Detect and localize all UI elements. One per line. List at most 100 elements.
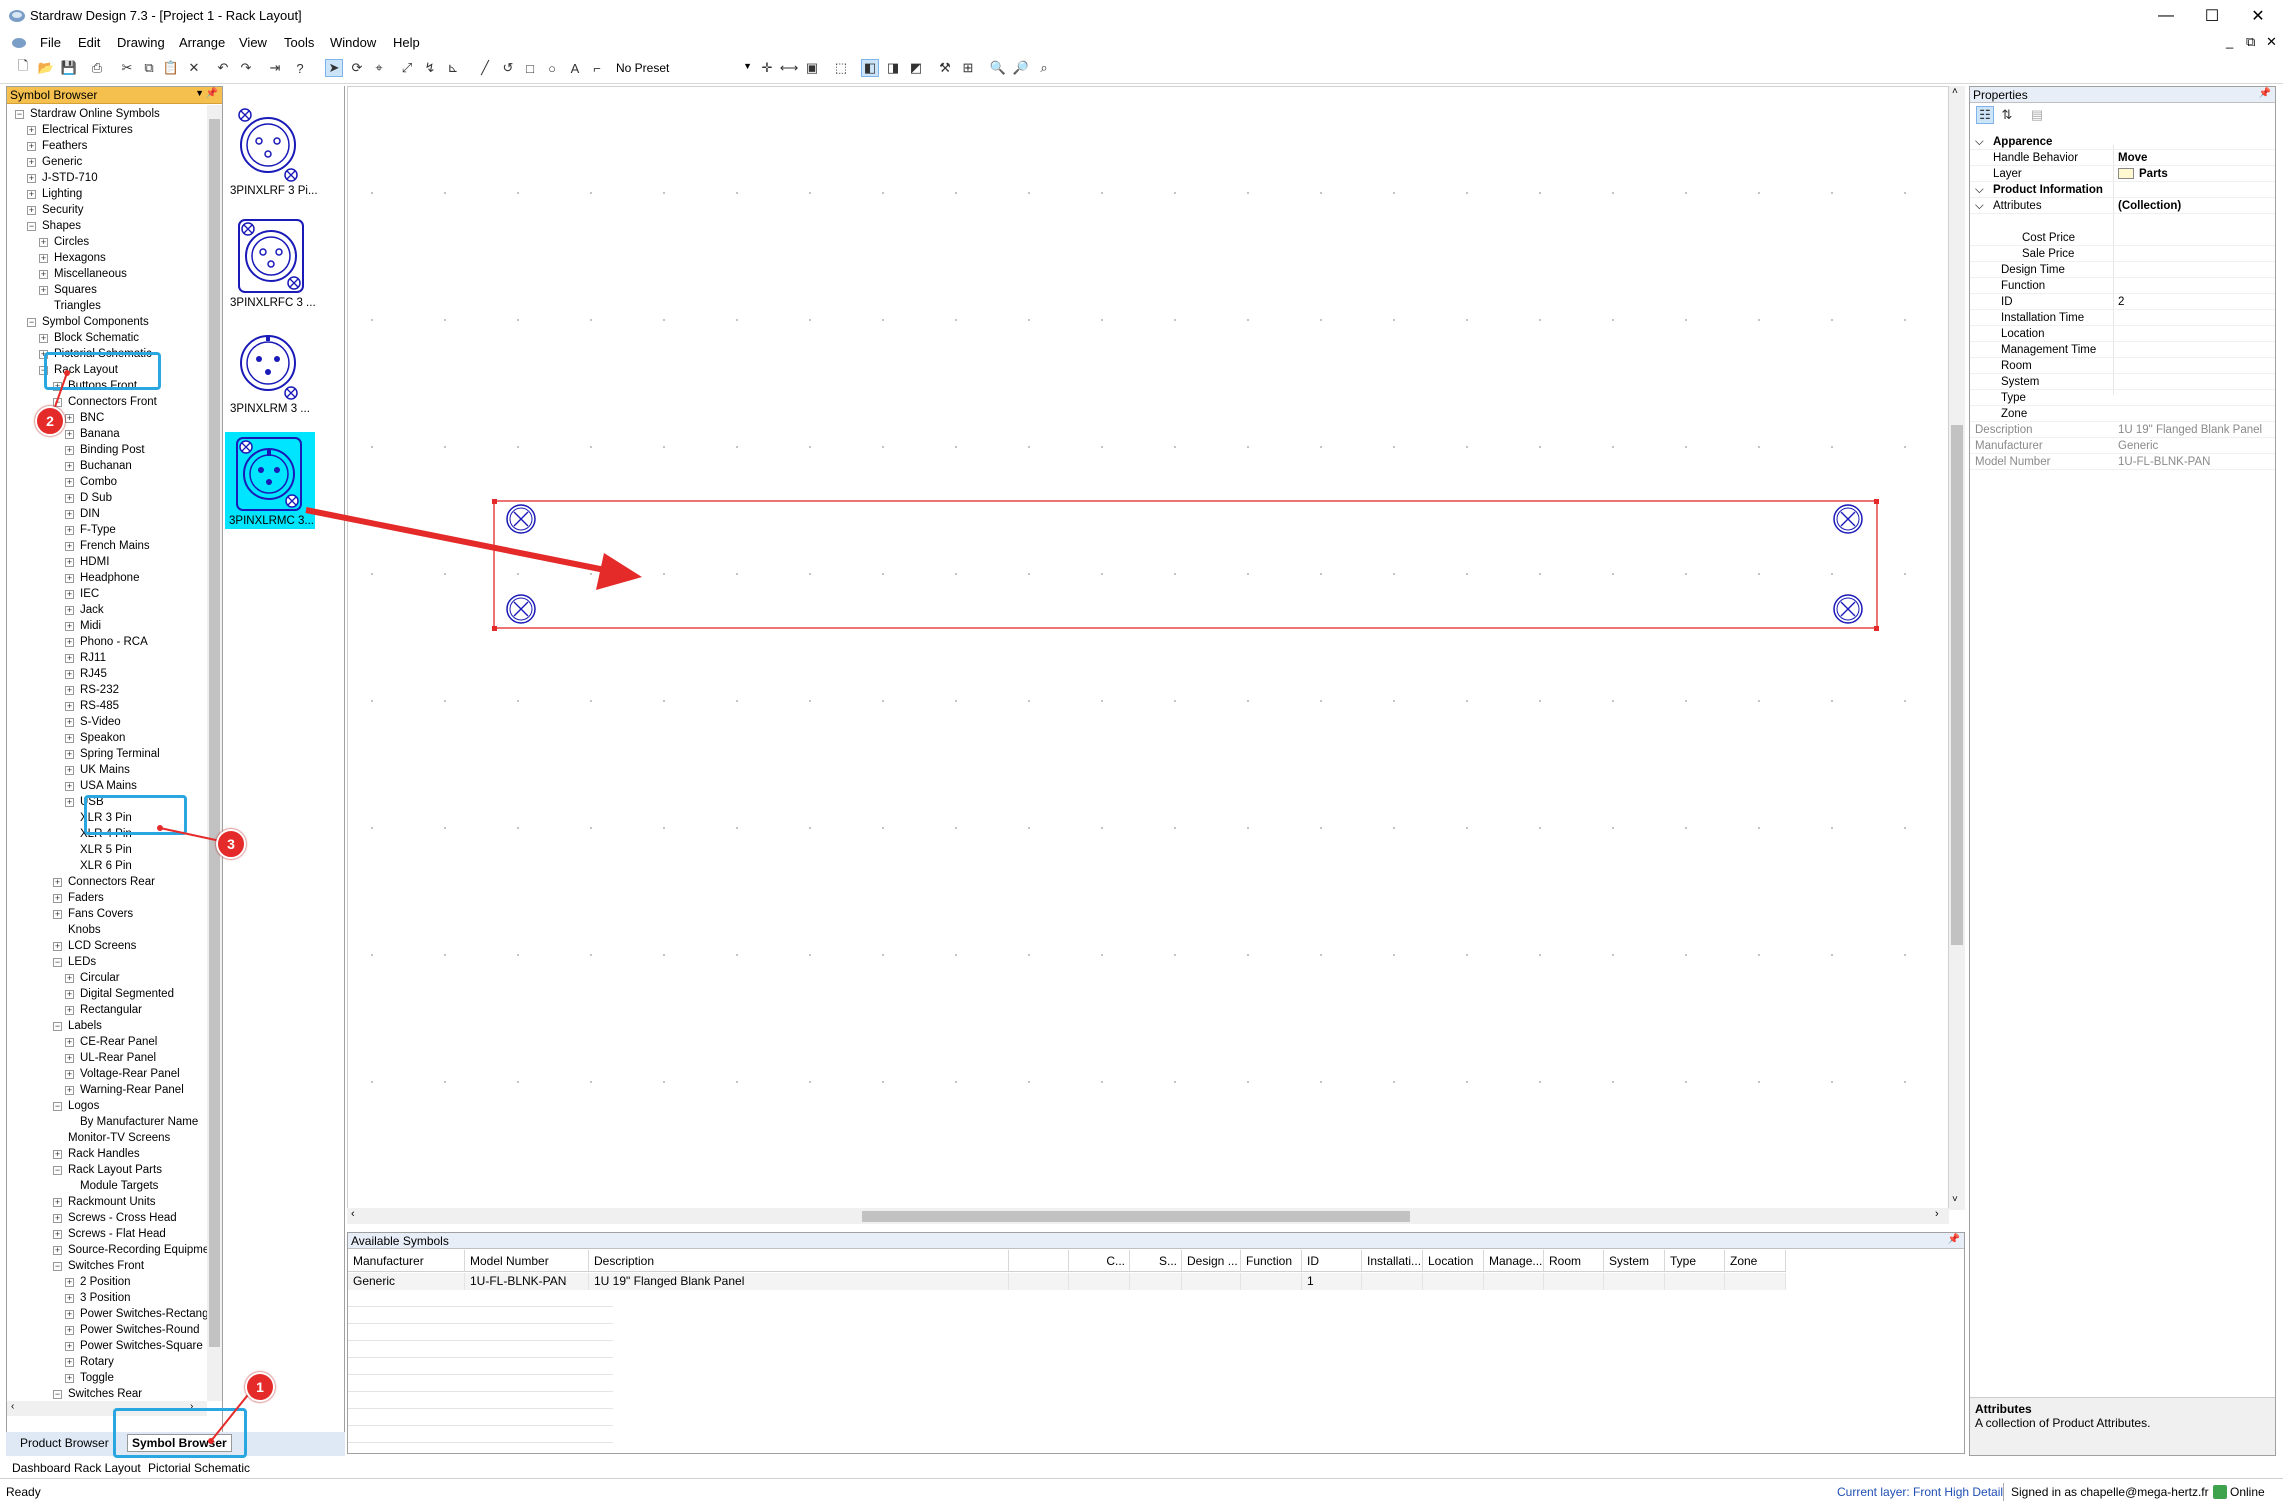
blank-panel-symbol[interactable] xyxy=(492,499,1879,631)
column-header[interactable]: Design ... xyxy=(1182,1250,1241,1272)
menu-edit[interactable]: Edit xyxy=(78,35,100,50)
readonly-row[interactable]: Manufacturer Generic xyxy=(1970,438,2275,454)
column-header[interactable]: C... xyxy=(1069,1250,1130,1272)
zoom-out-icon[interactable]: 🔍 xyxy=(989,59,1007,77)
scroll-right-icon[interactable]: › xyxy=(1935,1208,1939,1220)
expand-icon[interactable]: + xyxy=(39,238,48,247)
expand-icon[interactable]: + xyxy=(65,414,74,423)
scroll-down-icon[interactable]: ˅ xyxy=(1952,1194,1958,1205)
scroll-left-icon[interactable]: ‹ xyxy=(351,1208,355,1220)
property-row[interactable]: Handle Behavior Move xyxy=(1970,150,2275,166)
drawing-canvas[interactable] xyxy=(347,86,1949,1210)
expand-icon[interactable]: + xyxy=(65,734,74,743)
copy-icon[interactable]: ⧉ xyxy=(140,59,158,77)
open-icon[interactable]: 📂 xyxy=(37,59,55,77)
zoom-in-icon[interactable]: 🔎 xyxy=(1012,59,1030,77)
expand-icon[interactable]: + xyxy=(65,1310,74,1319)
maximize-button[interactable]: ☐ xyxy=(2189,0,2235,32)
scroll-left-icon[interactable]: ‹ xyxy=(11,1401,14,1412)
cut-icon[interactable]: ✂ xyxy=(118,59,136,77)
expand-icon[interactable]: + xyxy=(53,878,62,887)
collapse-icon[interactable]: − xyxy=(53,958,62,967)
attribute-row[interactable]: Management Time xyxy=(1970,342,2275,358)
symbol-item-3pinxlrf[interactable]: 3PINXLRF 3 Pi... xyxy=(230,104,318,201)
chevron-down-icon[interactable]: ▼ xyxy=(195,88,204,98)
expand-icon[interactable]: + xyxy=(65,1278,74,1287)
expand-icon[interactable]: + xyxy=(27,190,36,199)
expand-icon[interactable]: + xyxy=(65,462,74,471)
undo-icon[interactable]: ↶ xyxy=(214,59,232,77)
attribute-row[interactable]: Room xyxy=(1970,358,2275,374)
collapse-icon[interactable]: − xyxy=(27,318,36,327)
dimension-width-icon[interactable]: ⟷ xyxy=(780,59,799,77)
image-icon[interactable]: ▣ xyxy=(803,59,821,77)
tab-rack-layout[interactable]: Rack Layout xyxy=(74,1461,141,1477)
category-appearance[interactable]: ⌵ Apparence xyxy=(1970,134,2275,150)
connector-icon[interactable]: ↯ xyxy=(421,59,439,77)
expand-icon[interactable]: + xyxy=(65,1326,74,1335)
expand-icon[interactable]: + xyxy=(65,1358,74,1367)
symbol-item-3pinxlrmc-selected[interactable]: 3PINXLRMC 3... xyxy=(225,432,315,529)
select-pointer-icon[interactable]: ➤ xyxy=(325,59,343,77)
expand-icon[interactable]: + xyxy=(53,1150,62,1159)
expand-icon[interactable]: + xyxy=(39,270,48,279)
expand-icon[interactable]: + xyxy=(65,526,74,535)
collapse-icon[interactable]: − xyxy=(53,1022,62,1031)
menu-arrange[interactable]: Arrange xyxy=(179,35,225,50)
new-icon[interactable]: 🗋 xyxy=(14,58,32,77)
layer-back-icon[interactable]: ◨ xyxy=(884,59,902,77)
attribute-row[interactable]: Design Time xyxy=(1970,262,2275,278)
column-header[interactable]: Model Number xyxy=(465,1250,589,1272)
column-header[interactable]: System xyxy=(1604,1250,1665,1272)
tab-dashboard[interactable]: Dashboard xyxy=(12,1461,71,1475)
attribute-row[interactable]: Sale Price xyxy=(1970,246,2275,262)
expand-icon[interactable]: + xyxy=(65,1070,74,1079)
chevron-down-icon[interactable]: ⌵ xyxy=(1975,134,1984,150)
expand-icon[interactable]: + xyxy=(53,942,62,951)
canvas-vertical-thumb[interactable] xyxy=(1951,425,1963,945)
expand-icon[interactable]: + xyxy=(65,718,74,727)
expand-icon[interactable]: + xyxy=(65,478,74,487)
collapse-icon[interactable]: − xyxy=(53,1390,62,1399)
format-painter-icon[interactable]: ⌖ xyxy=(370,59,388,77)
canvas-horizontal-thumb[interactable] xyxy=(862,1211,1410,1222)
close-button[interactable]: ✕ xyxy=(2235,0,2281,32)
junction-icon[interactable]: ✛ xyxy=(758,59,776,77)
expand-icon[interactable]: + xyxy=(65,638,74,647)
collapse-icon[interactable]: − xyxy=(53,1262,62,1271)
expand-icon[interactable]: + xyxy=(65,606,74,615)
minimize-button[interactable]: — xyxy=(2143,0,2189,32)
column-header[interactable]: Zone xyxy=(1725,1250,1786,1272)
column-header[interactable]: Location xyxy=(1423,1250,1484,1272)
categorized-icon[interactable]: ☷ xyxy=(1976,106,1994,124)
expand-icon[interactable]: + xyxy=(27,158,36,167)
column-header[interactable]: Manage... xyxy=(1484,1250,1544,1272)
expand-icon[interactable]: + xyxy=(65,430,74,439)
expand-icon[interactable]: + xyxy=(65,686,74,695)
menu-window[interactable]: Window xyxy=(330,35,376,50)
rectangle-tool-icon[interactable]: □ xyxy=(521,59,539,77)
collapse-icon[interactable]: − xyxy=(53,1102,62,1111)
expand-icon[interactable]: + xyxy=(65,574,74,583)
expand-icon[interactable]: + xyxy=(65,670,74,679)
expand-icon[interactable]: + xyxy=(65,542,74,551)
text-tool-icon[interactable]: A xyxy=(566,59,584,77)
attribute-row[interactable]: Zone xyxy=(1970,406,2275,422)
expand-icon[interactable]: + xyxy=(27,142,36,151)
collapse-icon[interactable]: − xyxy=(15,110,24,119)
menu-tools[interactable]: Tools xyxy=(284,35,314,50)
column-header[interactable]: Function xyxy=(1241,1250,1302,1272)
symbol-item-3pinxlrfc[interactable]: 3PINXLRFC 3 ... xyxy=(230,214,316,311)
mdi-minimize-button[interactable]: _ xyxy=(2226,34,2233,49)
layer-front-icon[interactable]: ◧ xyxy=(861,59,879,77)
expand-icon[interactable]: + xyxy=(65,990,74,999)
menu-drawing[interactable]: Drawing xyxy=(117,35,165,50)
pin-icon[interactable]: 📌 xyxy=(2259,88,2271,99)
expand-icon[interactable]: + xyxy=(53,1230,62,1239)
cable-tool-icon[interactable]: ⌐ xyxy=(588,59,606,77)
expand-icon[interactable]: + xyxy=(27,174,36,183)
layer-stack-icon[interactable]: ◩ xyxy=(907,59,925,77)
dimension-icon[interactable]: ⊾ xyxy=(444,59,462,77)
column-header[interactable]: Description xyxy=(589,1250,1009,1272)
tab-pictorial-schematic[interactable]: Pictorial Schematic xyxy=(148,1461,250,1475)
